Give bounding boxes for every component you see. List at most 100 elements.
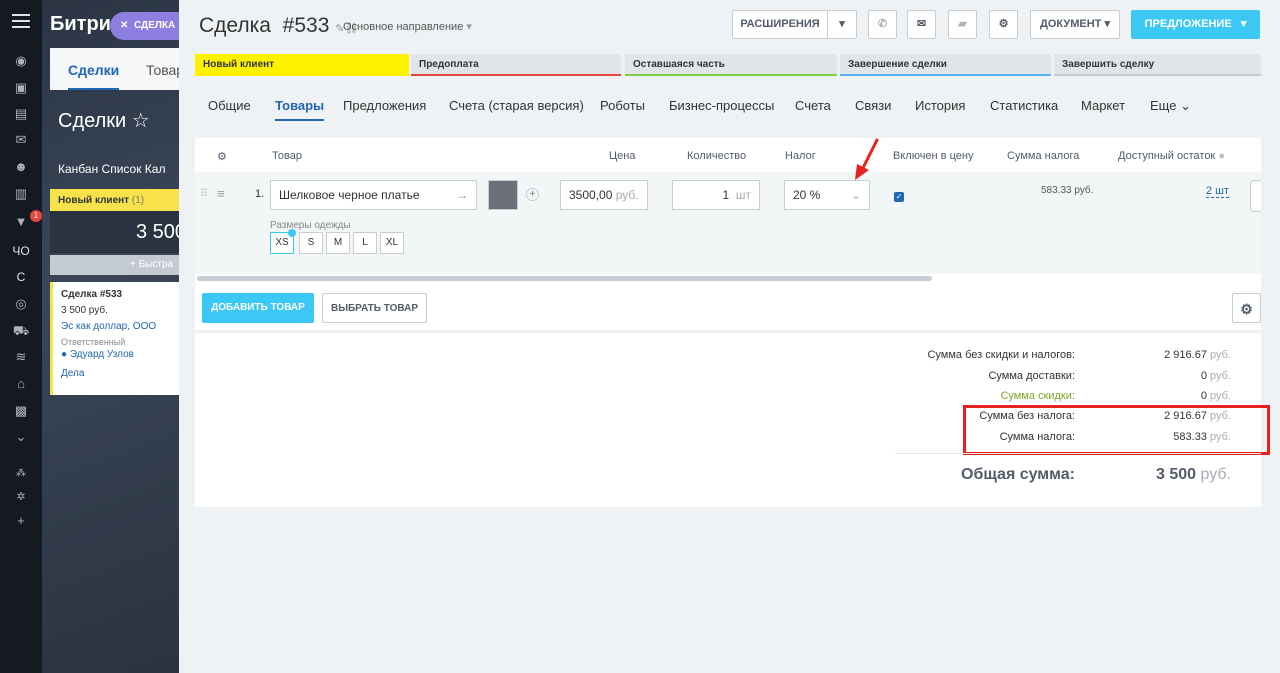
- card-responsible[interactable]: ● Эдуард Узлов: [61, 349, 182, 360]
- col-qty: Количество: [687, 150, 747, 162]
- sitemap-icon[interactable]: ⁂: [12, 465, 30, 483]
- tab-bizproc[interactable]: Бизнес-процессы: [669, 98, 774, 113]
- view-switcher[interactable]: Канбан Список Кал: [58, 162, 165, 176]
- tab-market[interactable]: Маркет: [1081, 98, 1125, 113]
- robot-icon[interactable]: ▩: [12, 402, 30, 420]
- star-icon[interactable]: ☆: [132, 110, 150, 132]
- arrow-right-icon[interactable]: →: [456, 181, 468, 209]
- col-stock: Доступный остаток ●: [1118, 150, 1225, 162]
- stage-new-client[interactable]: Новый клиент: [195, 54, 409, 76]
- size-m-button[interactable]: M: [326, 232, 350, 254]
- store-icon[interactable]: ⌂: [12, 375, 30, 393]
- tab-links[interactable]: Связи: [855, 98, 891, 113]
- drag-handle[interactable]: ⠿: [200, 187, 208, 200]
- settings-icon[interactable]: ✲: [12, 488, 30, 506]
- products-grid: ⚙ Товар Цена Количество Налог Включен в …: [195, 138, 1261, 288]
- choose-product-button[interactable]: ВЫБРАТЬ ТОВАР: [322, 293, 427, 323]
- kanban-card[interactable]: Сделка #533 3 500 руб. Эс как доллар, ОО…: [50, 282, 182, 395]
- rail-text-s[interactable]: С: [0, 270, 42, 284]
- size-s-button[interactable]: S: [299, 232, 323, 254]
- menu-icon[interactable]: [12, 14, 30, 32]
- help-icon[interactable]: ●: [1218, 150, 1225, 162]
- target-icon[interactable]: ◎: [12, 295, 30, 313]
- cart-icon[interactable]: ⛟: [12, 322, 30, 340]
- stage-finish[interactable]: Завершить сделку: [1054, 54, 1261, 76]
- page-title: Сделка #533 ✎⛓: [199, 14, 359, 37]
- kanban-column-header[interactable]: Новый клиент (1): [50, 189, 182, 211]
- rail-text-cho[interactable]: ЧО: [0, 244, 42, 258]
- card-company[interactable]: Эс как доллар, ООО: [61, 321, 182, 332]
- grid-settings-icon[interactable]: ⚙: [217, 150, 227, 163]
- mail-icon[interactable]: ✉: [907, 10, 936, 39]
- flow-icon[interactable]: ≋: [12, 348, 30, 366]
- stage-remaining[interactable]: Оставшаяся часть: [625, 54, 837, 76]
- card-activities-link[interactable]: Дела: [61, 368, 182, 379]
- col-price: Цена: [609, 150, 636, 162]
- tab-offers[interactable]: Предложения: [343, 98, 426, 113]
- inbox-icon[interactable]: ▤: [12, 105, 30, 123]
- product-name-input[interactable]: Шелковое черное платье →: [270, 180, 477, 210]
- add-icon[interactable]: +: [12, 512, 30, 530]
- tab-more[interactable]: Еще ⌄: [1150, 98, 1191, 114]
- mail-icon[interactable]: ✉: [12, 131, 30, 149]
- tasks-icon[interactable]: ▣: [12, 79, 30, 97]
- phone-icon[interactable]: ✆: [868, 10, 897, 39]
- crm-background-panel: Битрик Сделки Товар Сделки ☆ Канбан Спис…: [42, 0, 182, 673]
- total-label: Общая сумма:: [961, 466, 1075, 483]
- chat-icon[interactable]: ▰: [948, 10, 977, 39]
- tab-general[interactable]: Общие: [208, 98, 251, 113]
- offer-button[interactable]: ПРЕДЛОЖЕНИЕ ▾: [1131, 10, 1260, 39]
- tab-products[interactable]: Товар: [146, 62, 182, 78]
- tax-select[interactable]: 20 % ⌄: [784, 180, 870, 210]
- product-image[interactable]: [488, 180, 518, 210]
- stage-prepayment[interactable]: Предоплата: [411, 54, 621, 76]
- extensions-dropdown[interactable]: ▾: [827, 10, 857, 39]
- card-price: 3 500 руб.: [61, 305, 108, 316]
- tab-invoices[interactable]: Счета: [795, 98, 831, 113]
- discount-value: 0 руб.: [1200, 390, 1231, 402]
- pipeline-selector[interactable]: Основное направление ▾: [343, 20, 472, 33]
- row-menu-icon[interactable]: ≡: [217, 186, 225, 201]
- extensions-button[interactable]: РАСШИРЕНИЯ: [732, 10, 828, 39]
- docs-icon[interactable]: ▥: [12, 185, 30, 203]
- tab-statistics[interactable]: Статистика: [990, 98, 1058, 113]
- col-product: Товар: [272, 150, 302, 162]
- delivery-label: Сумма доставки:: [988, 370, 1075, 382]
- left-rail: ◉ ▣ ▤ ✉ ☻ ▥ ▼ 1 ЧО С ◎ ⛟ ≋ ⌂ ▩ ⌄ ⁂ ✲ + ▬: [0, 0, 160, 673]
- more-circle-icon[interactable]: ⌄: [12, 428, 30, 446]
- highlight-box: [963, 405, 1270, 455]
- tab-old-invoices[interactable]: Счета (старая версия): [449, 98, 584, 113]
- tab-history[interactable]: История: [915, 98, 965, 113]
- close-slider-button[interactable]: ✕ СДЕЛКА: [110, 12, 182, 40]
- delivery-value: 0 руб.: [1200, 370, 1231, 382]
- add-image-icon[interactable]: +: [526, 188, 539, 201]
- notification-badge: 1: [30, 210, 42, 222]
- products-settings-icon[interactable]: ⚙: [1232, 293, 1261, 323]
- tab-deals[interactable]: Сделки: [68, 62, 120, 90]
- avatar: ●: [61, 349, 68, 360]
- stock-link[interactable]: 2 шт: [1206, 185, 1230, 198]
- gear-icon[interactable]: ⚙: [989, 10, 1018, 39]
- document-button[interactable]: ДОКУМЕНТ ▾: [1030, 10, 1120, 39]
- activity-icon[interactable]: ◉: [12, 52, 30, 70]
- tab-robots[interactable]: Роботы: [600, 98, 645, 113]
- size-l-button[interactable]: L: [353, 232, 377, 254]
- quantity-input[interactable]: 1 шт: [672, 180, 760, 210]
- horizontal-scrollbar[interactable]: [197, 276, 932, 281]
- stage-bar: Новый клиент Предоплата Оставшаяся часть…: [195, 54, 1261, 76]
- card-title[interactable]: Сделка #533: [61, 289, 182, 300]
- no-discount-tax-value: 2 916.67 руб.: [1164, 349, 1231, 361]
- crm-tabs: Сделки Товар: [50, 48, 182, 90]
- product-actions: ДОБАВИТЬ ТОВАР ВЫБРАТЬ ТОВАР ⚙: [195, 286, 1261, 330]
- team-icon[interactable]: ☻: [12, 158, 30, 176]
- crm-funnel-icon[interactable]: ▼: [12, 213, 30, 231]
- add-product-button[interactable]: ДОБАВИТЬ ТОВАР: [202, 293, 314, 323]
- col-tax-sum: Сумма налога: [1007, 150, 1080, 162]
- row-action-button[interactable]: [1250, 180, 1261, 212]
- tab-products[interactable]: Товары: [275, 98, 325, 121]
- size-xl-button[interactable]: XL: [380, 232, 404, 254]
- stage-completion[interactable]: Завершение сделки: [840, 54, 1051, 76]
- included-checkbox[interactable]: ✓: [894, 192, 904, 202]
- quick-add-button[interactable]: + Быстра: [50, 255, 182, 275]
- price-input[interactable]: 3500,00 руб.: [560, 180, 648, 210]
